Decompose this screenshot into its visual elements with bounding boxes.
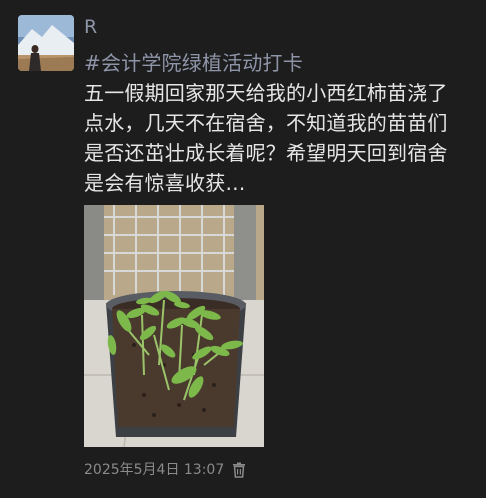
post-timestamp: 2025年5月4日 13:07 [84, 462, 225, 478]
post-body-line: 点水，几天不在宿舍，不知道我的苗苗们 [84, 111, 448, 135]
hashtag-link[interactable]: #会计学院绿植活动打卡 [84, 48, 484, 78]
username[interactable]: R [84, 15, 97, 39]
avatar[interactable] [18, 15, 74, 71]
post-body-line: 是否还茁壮成长着呢？希望明天回到宿舍 [84, 141, 448, 165]
post-content: #会计学院绿植活动打卡 五一假期回家那天给我的小西红柿苗浇了 点水，几天不在宿舍… [84, 48, 484, 198]
post-body-line: 五一假期回家那天给我的小西红柿苗浇了 [84, 81, 448, 105]
trash-icon[interactable] [232, 462, 246, 478]
post-meta: 2025年5月4日 13:07 [84, 460, 246, 480]
post-photo[interactable] [84, 205, 264, 447]
post-body-line: 是会有惊喜收获… [84, 171, 246, 195]
